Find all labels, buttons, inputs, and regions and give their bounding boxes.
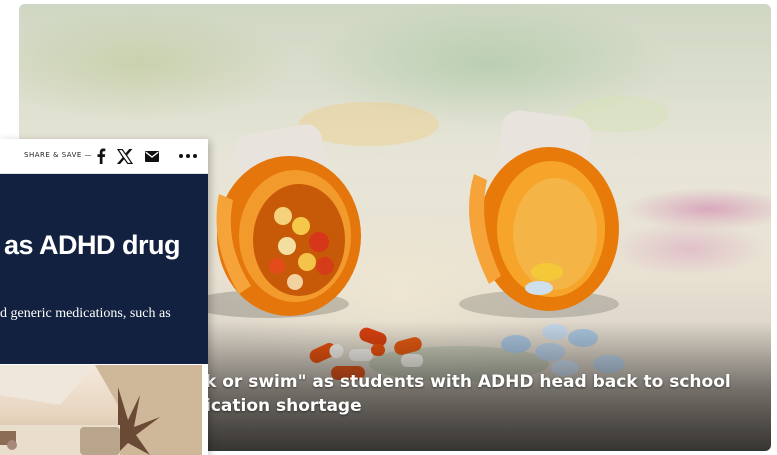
article-card: SHARE & SAVE — as ADHD drug d generic me… [0,139,208,455]
article-headline[interactable]: as ADHD drug [4,230,181,261]
article-thumbnail[interactable] [0,365,202,455]
facebook-icon[interactable] [94,147,108,165]
article-header: as ADHD drug d generic medications, such… [0,174,208,364]
x-icon[interactable] [116,147,134,165]
more-icon[interactable] [178,147,198,165]
share-label: SHARE & SAVE — [24,151,93,159]
hero-headline[interactable]: k or swim" as students with ADHD head ba… [205,370,765,418]
mail-icon[interactable] [143,147,161,165]
hero-headline-line2[interactable]: ication shortage [205,394,765,418]
hero-headline-line1[interactable]: k or swim" as students with ADHD head ba… [205,370,765,394]
share-bar: SHARE & SAVE — [0,139,208,174]
article-dek: d generic medications, such as [0,306,171,321]
